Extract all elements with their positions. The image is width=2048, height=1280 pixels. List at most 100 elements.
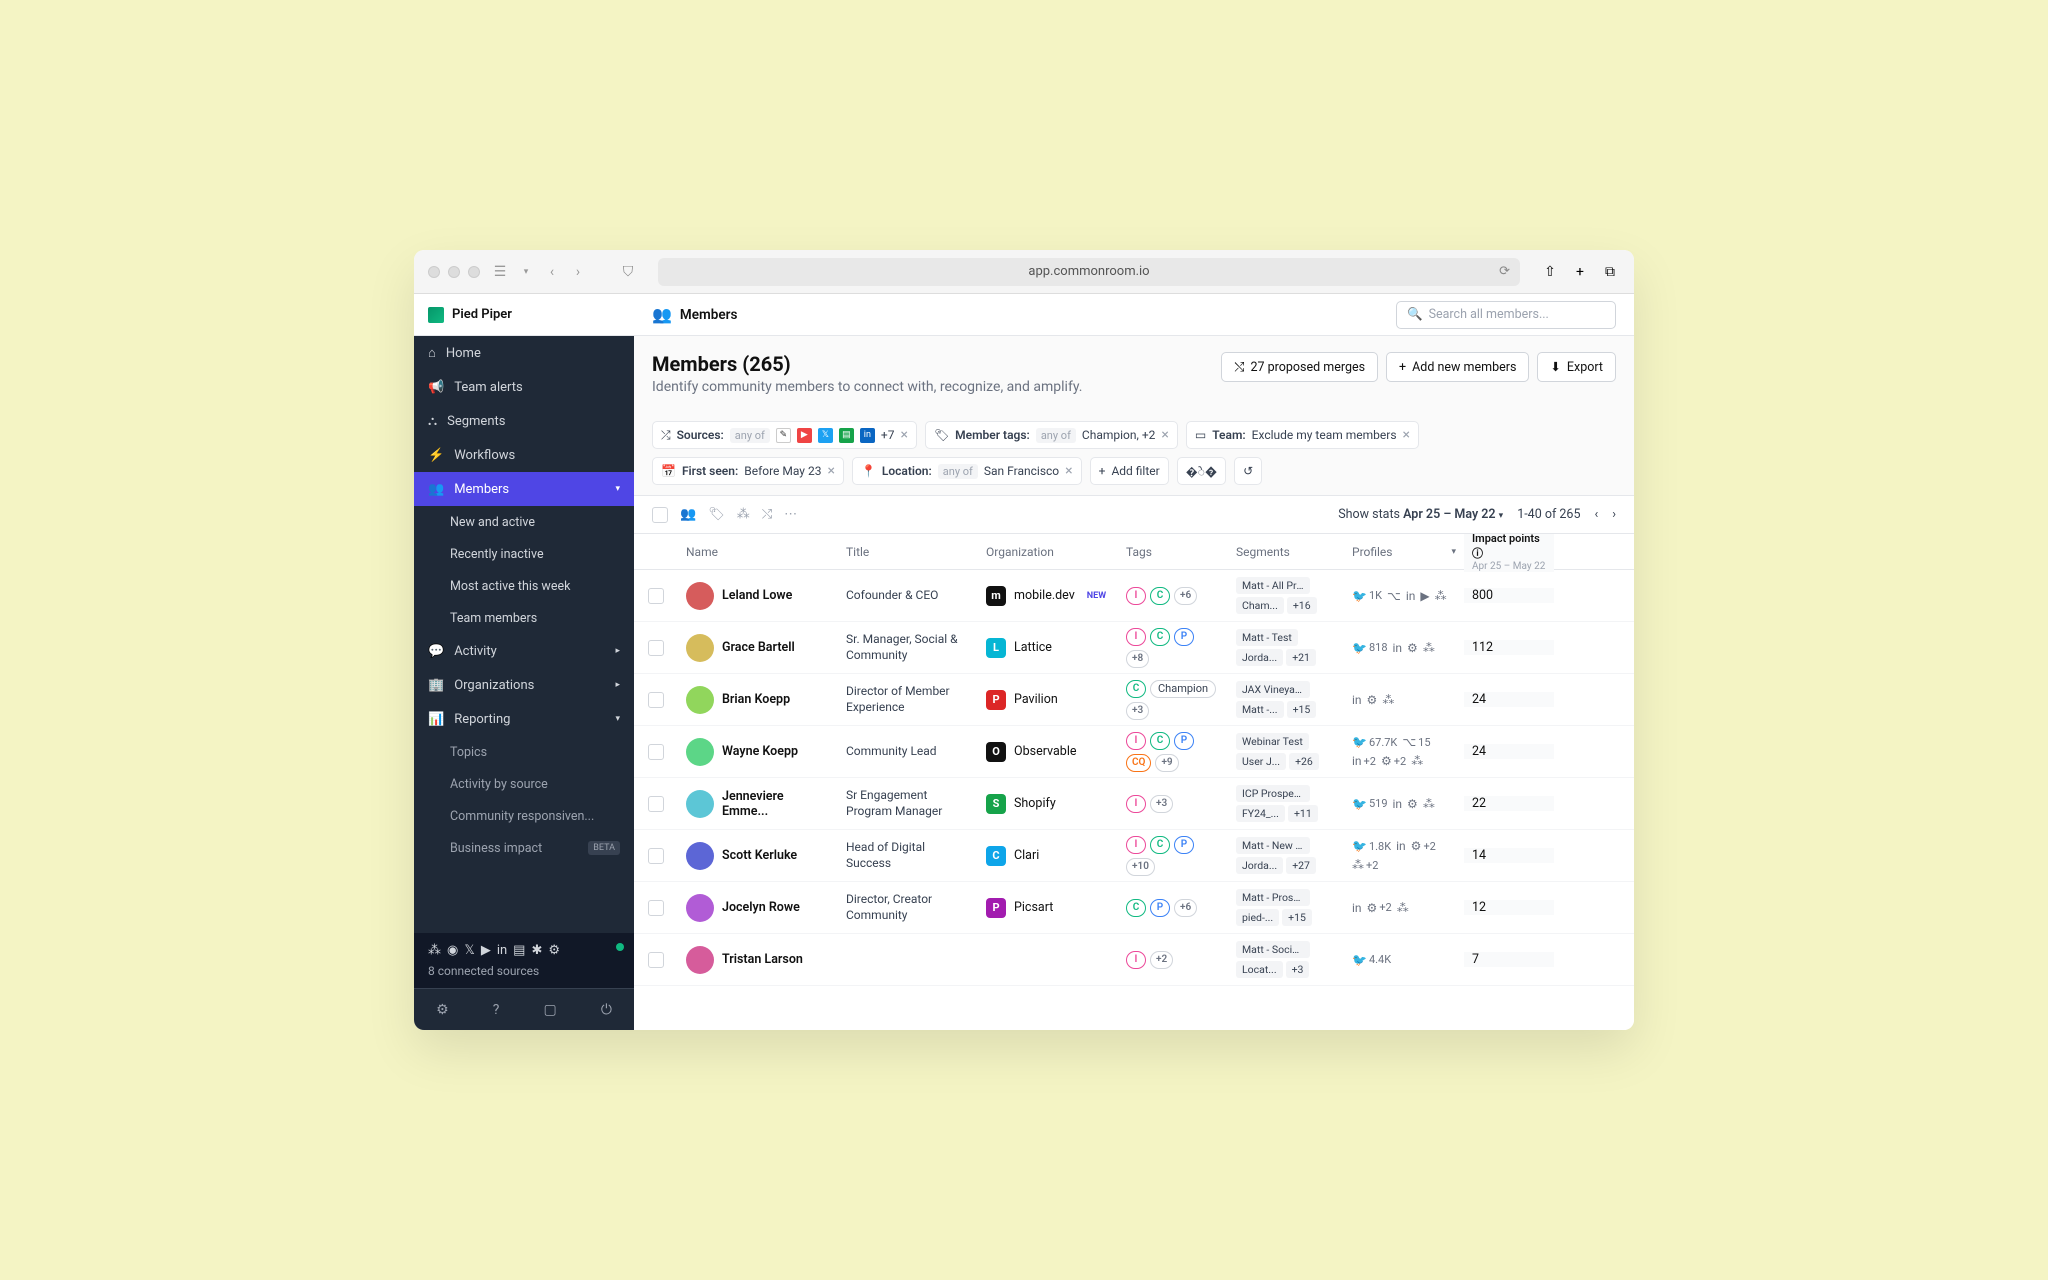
gh-profile[interactable]: ⌥	[1387, 589, 1401, 603]
table-row[interactable]: Grace Bartell Sr. Manager, Social & Comm…	[634, 622, 1634, 674]
help-icon[interactable]: ?	[493, 1002, 500, 1018]
more-icon[interactable]: ⋯	[784, 507, 797, 522]
segment-badge[interactable]: Matt - All Produc...	[1236, 577, 1310, 594]
proposed-merges-button[interactable]: ⤭27 proposed merges	[1221, 352, 1378, 382]
table-row[interactable]: Tristan Larson I+2 Matt - Social (No...L…	[634, 934, 1634, 986]
tw-profile[interactable]: 🐦4.4K	[1352, 953, 1391, 967]
row-checkbox[interactable]	[648, 900, 664, 916]
segment-more[interactable]: +15	[1282, 909, 1312, 926]
col-title[interactable]: Title	[838, 545, 978, 559]
nav-home[interactable]: ⌂Home	[414, 336, 634, 370]
close-icon[interactable]: ×	[827, 463, 834, 479]
nav-sub-business-impact[interactable]: Business impactBETA	[414, 832, 634, 864]
nav-sub-recently-inactive[interactable]: Recently inactive	[414, 538, 634, 570]
li-profile[interactable]: in	[1396, 839, 1406, 853]
power-icon[interactable]: ⏻	[601, 1002, 612, 1018]
table-row[interactable]: Scott Kerluke Head of Digital Success CC…	[634, 830, 1634, 882]
tag-more[interactable]: +9	[1155, 754, 1178, 772]
nav-activity[interactable]: 💬Activity▸	[414, 634, 634, 668]
segment-more[interactable]: +11	[1288, 805, 1318, 822]
filter-tags[interactable]: 🏷 Member tags: any of Champion, +2 ×	[925, 421, 1178, 449]
segment-more[interactable]: +21	[1286, 649, 1316, 666]
tag-more[interactable]: +6	[1174, 587, 1197, 605]
tag-more[interactable]: +3	[1126, 702, 1149, 720]
nav-sub-topics[interactable]: Topics	[414, 736, 634, 768]
col-profiles[interactable]: Profiles▾	[1344, 545, 1464, 559]
sl-profile[interactable]: ⁂+2	[1352, 858, 1378, 872]
tag-more[interactable]: +2	[1150, 951, 1173, 969]
col-name[interactable]: Name	[678, 545, 838, 559]
segment-badge[interactable]: Jorda...	[1236, 649, 1283, 666]
segment-badge[interactable]: Webinar Test	[1236, 733, 1309, 750]
export-button[interactable]: ⬇Export	[1537, 352, 1616, 382]
merge-icon[interactable]: ⤭	[762, 507, 772, 522]
segment-badge[interactable]: pied-...	[1236, 909, 1279, 926]
back-icon[interactable]: ‹	[542, 262, 562, 282]
tw-profile[interactable]: 🐦818	[1352, 641, 1388, 655]
shield-icon[interactable]: ⛉	[618, 262, 638, 282]
connected-sources[interactable]: ⁂ ◉ 𝕏 ▶ in ▤ ✱ ⚙ 8 connected sources	[414, 933, 634, 988]
share-icon[interactable]: ⇧	[1540, 262, 1560, 282]
li-profile[interactable]: in	[1406, 589, 1416, 603]
row-checkbox[interactable]	[648, 796, 664, 812]
segment-badge[interactable]: ICP Prospecting ...	[1236, 785, 1310, 802]
li-profile[interactable]: in+2	[1352, 754, 1376, 768]
tag-more[interactable]: +10	[1126, 858, 1155, 876]
sl-profile[interactable]: ⁂	[1382, 693, 1394, 707]
add-filter-button[interactable]: + Add filter	[1090, 457, 1169, 485]
new-tab-icon[interactable]: +	[1570, 262, 1590, 282]
tw-profile[interactable]: 🐦1.8K	[1352, 839, 1391, 853]
filter-team[interactable]: ▭ Team: Exclude my team members ×	[1186, 421, 1419, 449]
table-row[interactable]: Leland Lowe Cofounder & CEO mmobile.devN…	[634, 570, 1634, 622]
table-row[interactable]: Brian Koepp Director of Member Experienc…	[634, 674, 1634, 726]
tw-profile[interactable]: 🐦1K	[1352, 589, 1382, 603]
next-page-icon[interactable]: ›	[1612, 507, 1616, 522]
row-checkbox[interactable]	[648, 640, 664, 656]
li-profile[interactable]: in	[1393, 641, 1403, 655]
close-icon[interactable]: ×	[1161, 427, 1168, 443]
nav-organizations[interactable]: 🏢Organizations▸	[414, 668, 634, 702]
col-segments[interactable]: Segments	[1228, 545, 1344, 559]
tag-more[interactable]: +3	[1150, 795, 1173, 813]
minimize-icon[interactable]	[448, 266, 460, 278]
nav-sub-responsiveness[interactable]: Community responsiven...	[414, 800, 634, 832]
li-profile[interactable]: in	[1352, 901, 1362, 915]
segment-badge[interactable]: JAX Vineyard Co...	[1236, 681, 1310, 698]
close-icon[interactable]: ×	[1065, 463, 1072, 479]
prev-page-icon[interactable]: ‹	[1594, 507, 1598, 522]
assign-icon[interactable]: 👥	[680, 507, 696, 522]
hb-profile[interactable]: ⚙+2	[1411, 839, 1436, 853]
col-tags[interactable]: Tags	[1118, 545, 1228, 559]
hb-profile[interactable]: ⚙	[1367, 693, 1378, 707]
table-row[interactable]: Jenneviere Emme... Sr Engagement Program…	[634, 778, 1634, 830]
hb-profile[interactable]: ⚙+2	[1381, 754, 1406, 768]
row-checkbox[interactable]	[648, 952, 664, 968]
add-members-button[interactable]: +Add new members	[1386, 352, 1529, 382]
sl-profile[interactable]: ⁂	[1411, 754, 1423, 768]
nav-workflows[interactable]: ⚡Workflows	[414, 438, 634, 472]
maximize-icon[interactable]	[468, 266, 480, 278]
segment-badge[interactable]: Cham...	[1236, 597, 1284, 614]
settings-icon[interactable]: ⚙	[436, 1002, 449, 1018]
refresh-icon[interactable]: ⟳	[1499, 264, 1510, 279]
nav-segments[interactable]: ⛬Segments	[414, 404, 634, 438]
segment-badge[interactable]: FY24_...	[1236, 805, 1285, 822]
segment-badge[interactable]: Matt - Test	[1236, 629, 1298, 646]
workspace-switcher[interactable]: Pied Piper	[414, 294, 634, 336]
col-org[interactable]: Organization	[978, 545, 1118, 559]
li-profile[interactable]: in	[1352, 693, 1362, 707]
search-input[interactable]: 🔍 Search all members...	[1396, 301, 1616, 329]
gh-profile[interactable]: ⌥15	[1402, 735, 1430, 749]
sl-profile[interactable]: ⁂	[1423, 641, 1435, 655]
nav-sub-activity-source[interactable]: Activity by source	[414, 768, 634, 800]
nav-reporting[interactable]: 📊Reporting▾	[414, 702, 634, 736]
segment-badge[interactable]: Jorda...	[1236, 857, 1283, 874]
hb-profile[interactable]: ⚙+2	[1367, 901, 1392, 915]
nav-sub-new-active[interactable]: New and active	[414, 506, 634, 538]
segment-badge[interactable]: Matt - New Rooms	[1236, 837, 1310, 854]
segment-more[interactable]: +15	[1287, 701, 1317, 718]
col-impact[interactable]: Impact points ⓘ Apr 25 – May 22	[1464, 534, 1554, 572]
row-checkbox[interactable]	[648, 744, 664, 760]
window-icon[interactable]: ▢	[544, 1002, 557, 1018]
table-row[interactable]: Wayne Koepp Community Lead OObservable I…	[634, 726, 1634, 778]
